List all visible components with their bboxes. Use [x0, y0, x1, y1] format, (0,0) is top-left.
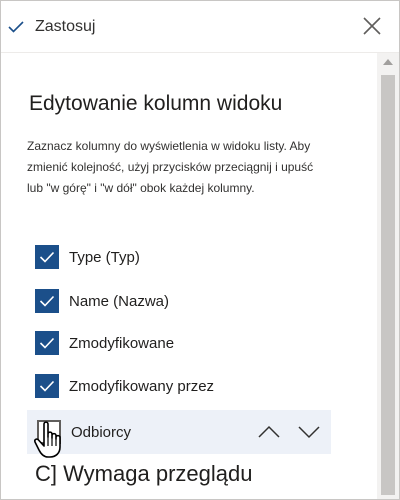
move-up-button[interactable] [255, 418, 283, 446]
column-label: Zmodyfikowane [69, 334, 175, 352]
checkmark-icon [39, 251, 55, 263]
apply-button[interactable]: Zastosuj [7, 11, 95, 43]
move-down-button[interactable] [295, 418, 323, 446]
checkbox-checked[interactable] [35, 374, 59, 398]
column-label: Name (Nazwa) [69, 292, 170, 310]
close-icon [363, 17, 381, 35]
column-edit-panel: Zastosuj Edytowanie kolumn widoku Zaznac… [0, 0, 400, 500]
checkmark-icon [39, 380, 55, 392]
column-label: Zmodyfikowany przez [69, 377, 215, 395]
checkmark-icon [39, 337, 55, 349]
chevron-up-icon [258, 425, 280, 438]
panel-header: Zastosuj [1, 1, 399, 53]
column-label: Type (Typ) [69, 248, 140, 266]
checkmark-icon [8, 21, 24, 33]
panel-description: Zaznacz kolumny do wyświetlenia w widoku… [27, 139, 314, 195]
column-row-type[interactable]: Type (Typ) [35, 237, 335, 277]
apply-label: Zastosuj [35, 18, 96, 35]
scroll-up-arrow-icon[interactable] [377, 53, 399, 71]
chevron-down-icon [298, 426, 320, 439]
checkbox-unchecked[interactable] [37, 420, 61, 444]
column-row-requires-review[interactable]: C] Wymaga przeglądu [35, 461, 252, 487]
column-row-name[interactable]: Name (Nazwa) [35, 281, 335, 321]
scrollbar-thumb[interactable] [381, 75, 395, 495]
checkmark-icon [39, 295, 55, 307]
checkbox-checked[interactable] [35, 289, 59, 313]
column-row-audience[interactable]: Odbiorcy [27, 410, 331, 458]
column-row-modified[interactable]: Zmodyfikowane [35, 323, 335, 363]
checkbox-checked[interactable] [35, 245, 59, 269]
column-label: Odbiorcy [71, 423, 132, 441]
vertical-scrollbar[interactable] [377, 53, 399, 499]
column-row-modified-by[interactable]: Zmodyfikowany przez [35, 366, 335, 406]
checkbox-checked[interactable] [35, 331, 59, 355]
close-button[interactable] [361, 15, 383, 37]
panel-body: Edytowanie kolumn widoku Zaznacz kolumny… [1, 53, 399, 499]
panel-title: Edytowanie kolumn widoku [29, 92, 283, 115]
